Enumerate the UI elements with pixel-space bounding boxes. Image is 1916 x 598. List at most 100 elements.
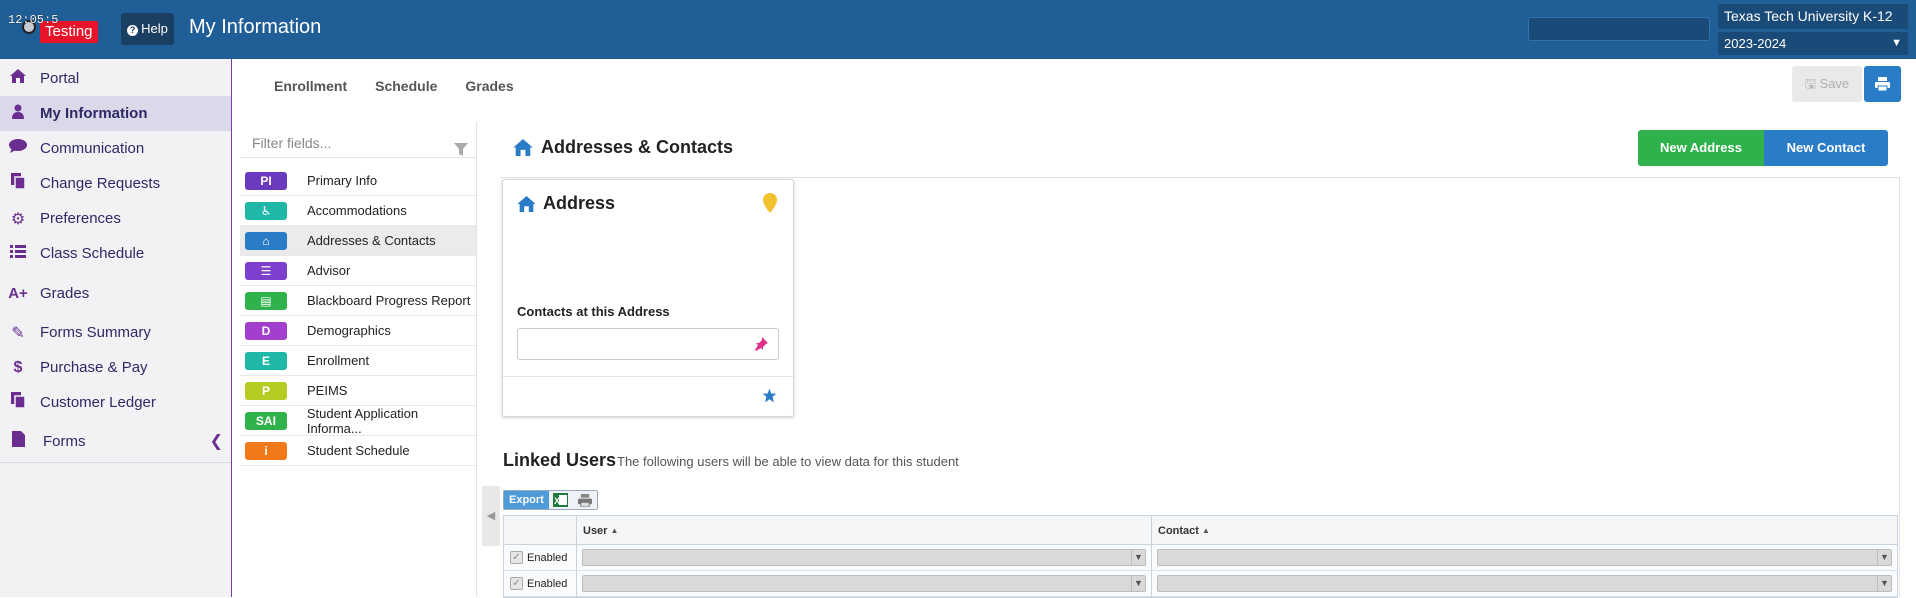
export-button[interactable]: Export (504, 491, 549, 509)
sidebar-item-portal[interactable]: Portal (0, 61, 231, 96)
field-item-peims[interactable]: P PEIMS (240, 376, 476, 406)
home-icon (517, 195, 536, 212)
sidebar-item-change-requests[interactable]: Change Requests (0, 166, 231, 201)
svg-text:X: X (554, 496, 560, 506)
contact-select[interactable]: ▼ (1157, 549, 1892, 566)
global-search-input[interactable] (1528, 17, 1710, 41)
field-item-label: Primary Info (307, 173, 378, 188)
table-row: ✓ Enabled ▼ ▼ (504, 544, 1897, 571)
field-badge: P (245, 381, 287, 400)
field-badge: PI (245, 171, 287, 190)
enabled-label: Enabled (527, 551, 568, 564)
content-divider (500, 177, 1900, 178)
copy-icon (8, 173, 28, 194)
page-title: My Information (189, 16, 322, 38)
excel-export-icon[interactable]: X (549, 491, 573, 509)
info-icon: i (245, 441, 287, 460)
enabled-checkbox[interactable]: ✓ (510, 551, 523, 564)
sidebar-item-purchase-pay[interactable]: $ Purchase & Pay (0, 350, 231, 385)
field-item-demographics[interactable]: D Demographics (240, 316, 476, 346)
field-item-enrollment[interactable]: E Enrollment (240, 346, 476, 376)
home-icon: ⌂ (245, 231, 287, 250)
save-button[interactable]: 🖫 Save (1792, 66, 1862, 102)
school-year-value: 2023-2024 (1724, 36, 1787, 51)
field-item-label: Demographics (307, 323, 391, 338)
gear-icon: ⚙ (10, 210, 26, 228)
field-item-label: PEIMS (307, 383, 348, 398)
address-card-title: Address (517, 193, 615, 214)
section-title-label: Addresses & Contacts (541, 137, 734, 157)
sidebar-item-label: Change Requests (40, 175, 161, 192)
field-badge: E (245, 351, 287, 370)
card-footer-divider (503, 376, 793, 377)
school-year-select[interactable]: 2023-2024 ▼ (1718, 32, 1908, 55)
file-icon (8, 430, 28, 452)
chevron-left-icon[interactable]: ❮ (210, 431, 223, 451)
sort-icon[interactable]: ▲ (611, 526, 619, 535)
filter-icon[interactable] (454, 136, 468, 166)
sidebar-item-label: Class Schedule (40, 245, 145, 262)
column-header-label: Contact (1158, 525, 1199, 537)
contact-select[interactable]: ▼ (1157, 575, 1892, 592)
column-header-user[interactable]: User ▲ (577, 516, 1152, 544)
sidebar-item-label: Forms (43, 432, 86, 450)
list-icon (8, 244, 28, 263)
user-select[interactable]: ▼ (582, 575, 1146, 592)
sidebar-item-my-information[interactable]: My Information (0, 96, 231, 131)
organization-select[interactable]: Texas Tech University K-12 (1718, 4, 1908, 29)
collapse-panel-handle[interactable]: ◀ (482, 486, 500, 546)
field-badge: SAI (245, 411, 287, 430)
sidebar-item-class-schedule[interactable]: Class Schedule (0, 236, 231, 271)
filter-fields-input[interactable]: Filter fields... (240, 128, 476, 158)
field-item-advisor[interactable]: ☰ Advisor (240, 256, 476, 286)
field-item-label: Blackboard Progress Report (307, 293, 471, 308)
user-cell: ▼ (577, 570, 1152, 597)
help-label: Help (141, 21, 168, 36)
print-button[interactable] (1864, 66, 1901, 102)
new-address-button[interactable]: New Address (1638, 130, 1764, 166)
linked-users-description: The following users will be able to view… (617, 454, 959, 469)
sidebar-item-customer-ledger[interactable]: Customer Ledger (0, 385, 231, 420)
sort-icon[interactable]: ▲ (1202, 526, 1210, 535)
new-contact-button[interactable]: New Contact (1764, 130, 1888, 166)
tab-grades[interactable]: Grades (465, 78, 513, 94)
sidebar-item-label: My Information (40, 105, 148, 122)
tab-schedule[interactable]: Schedule (375, 78, 437, 94)
tab-enrollment[interactable]: Enrollment (274, 78, 347, 94)
field-item-student-schedule[interactable]: i Student Schedule (240, 436, 476, 466)
field-item-primary-info[interactable]: PI Primary Info (240, 166, 476, 196)
user-cell: ▼ (577, 544, 1152, 571)
linked-users-table: User ▲ Contact ▲ ✓ Enabled ▼ ▼ ✓ Enabled ▼… (503, 515, 1898, 598)
field-item-label: Accommodations (307, 203, 407, 218)
column-header-contact[interactable]: Contact ▲ (1152, 516, 1897, 544)
table-header: User ▲ Contact ▲ (504, 516, 1897, 545)
map-marker-icon[interactable] (763, 193, 777, 218)
field-item-student-application-information[interactable]: SAI Student Application Informa... (240, 406, 476, 436)
save-label: Save (1819, 76, 1850, 91)
sidebar-item-forms[interactable]: Forms ❮ (0, 421, 231, 461)
export-toolbar: Export X (503, 490, 598, 510)
user-select[interactable]: ▼ (582, 549, 1146, 566)
print-icon[interactable] (573, 491, 597, 509)
sidebar-item-grades[interactable]: A+ Grades (0, 276, 231, 311)
caret-down-icon: ▼ (1131, 576, 1145, 591)
help-button[interactable]: ? Help (121, 13, 174, 45)
sidebar: Portal My Information Communication Chan… (0, 59, 232, 597)
star-icon[interactable] (762, 388, 777, 408)
enabled-cell: ✓ Enabled (504, 570, 577, 597)
thumbtack-icon[interactable] (754, 337, 768, 356)
wheelchair-icon: ♿ (245, 201, 287, 220)
field-item-blackboard-progress-report[interactable]: ▤ Blackboard Progress Report (240, 286, 476, 316)
contact-cell: ▼ (1152, 545, 1897, 571)
sidebar-item-preferences[interactable]: ⚙ Preferences (0, 201, 231, 236)
enabled-checkbox[interactable]: ✓ (510, 577, 523, 590)
caret-down-icon: ▼ (1877, 576, 1891, 591)
field-item-addresses-contacts[interactable]: ⌂ Addresses & Contacts (240, 226, 476, 256)
section-title: Addresses & Contacts (513, 137, 733, 158)
question-icon: ? (127, 25, 139, 36)
dollar-icon: $ (13, 358, 23, 376)
home-icon (8, 69, 28, 88)
sidebar-item-forms-summary[interactable]: ✎ Forms Summary (0, 315, 231, 350)
sidebar-item-communication[interactable]: Communication (0, 131, 231, 166)
field-item-accommodations[interactable]: ♿ Accommodations (240, 196, 476, 226)
